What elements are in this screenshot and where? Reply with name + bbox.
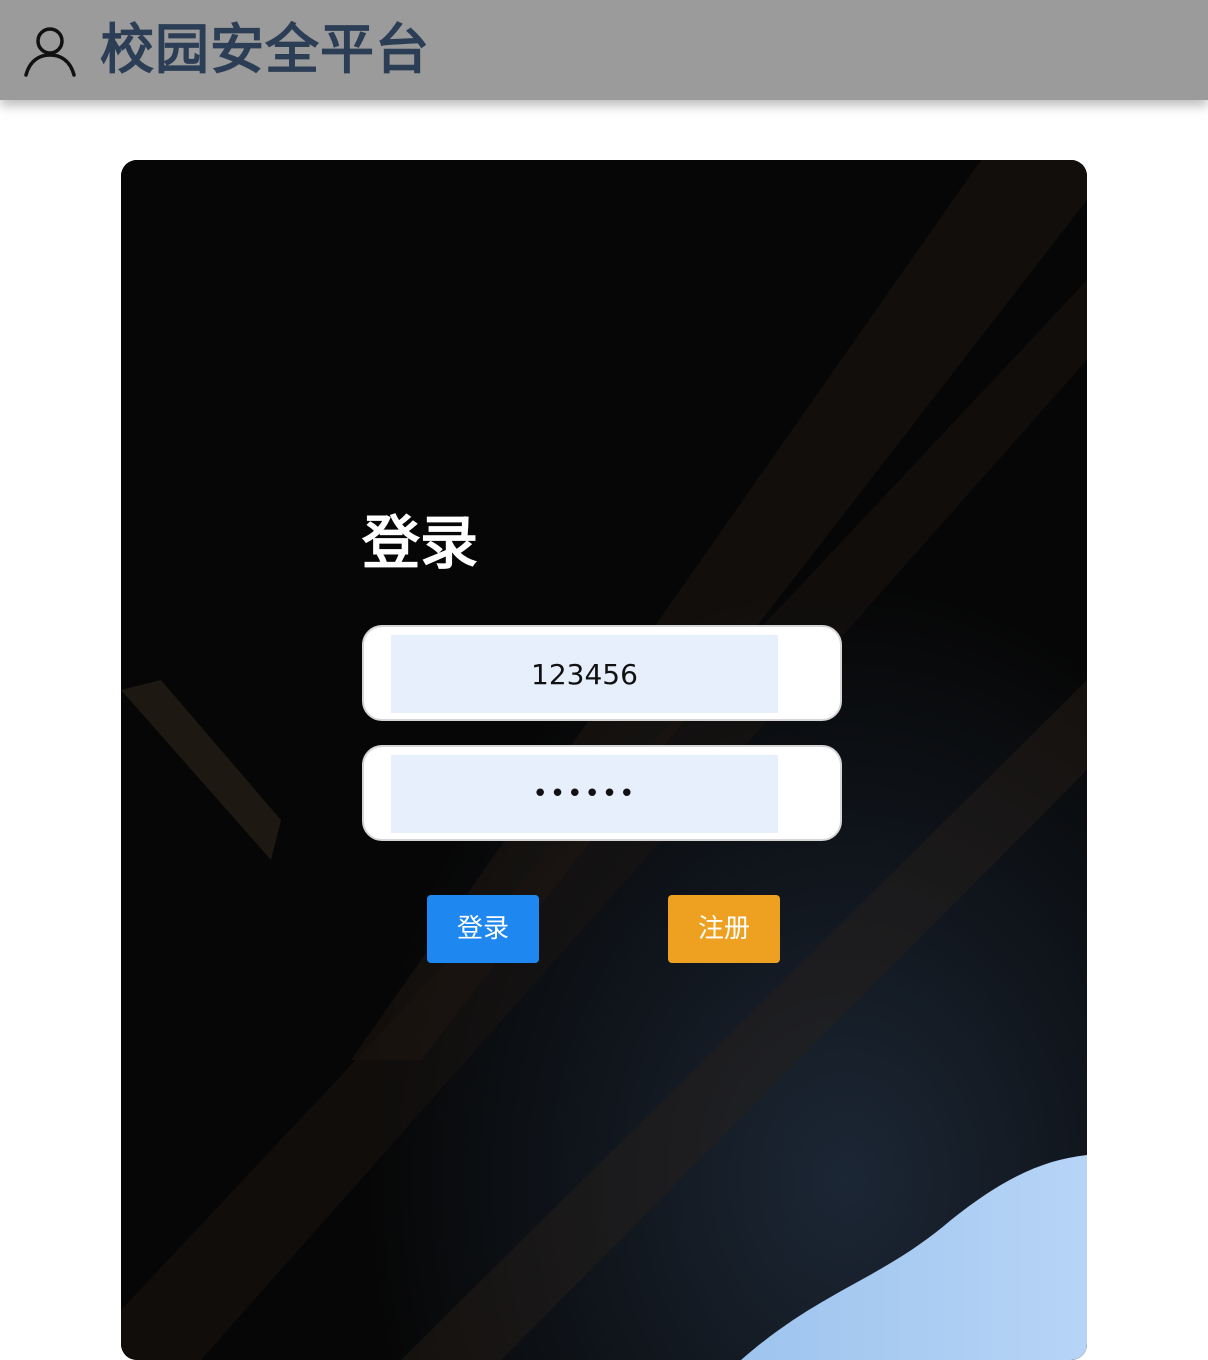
login-heading: 登录 xyxy=(362,509,479,577)
login-button[interactable]: 登录 xyxy=(427,895,539,963)
password-input[interactable] xyxy=(391,755,778,833)
login-card: 登录 登录 注册 xyxy=(121,160,1087,1360)
username-field xyxy=(362,625,842,721)
password-field xyxy=(362,745,842,841)
username-input[interactable] xyxy=(391,635,778,713)
register-button[interactable]: 注册 xyxy=(668,895,780,963)
top-bar: 校园安全平台 xyxy=(0,0,1208,100)
user-icon[interactable] xyxy=(22,22,78,78)
app-title: 校园安全平台 xyxy=(100,18,430,81)
